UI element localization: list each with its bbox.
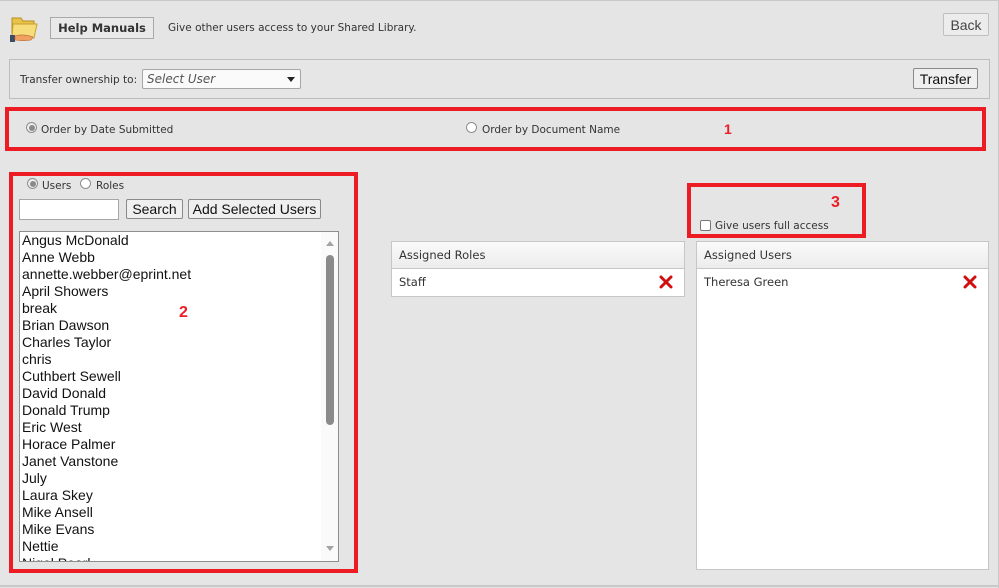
users-listbox[interactable]: Angus McDonald Anne Webb annette.webber@ep… — [19, 231, 339, 562]
users-mode-radio[interactable] — [27, 178, 38, 189]
user-list-item[interactable]: Janet Vanstone — [22, 453, 320, 470]
user-list-item[interactable]: Laura Skey — [22, 487, 320, 504]
user-list-item[interactable]: David Donald — [22, 385, 320, 402]
assigned-role-name: Staff — [399, 275, 426, 289]
assigned-user-name: Theresa Green — [704, 275, 789, 289]
user-list-item[interactable]: Charles Taylor — [22, 334, 320, 351]
annotation-number-3: 3 — [831, 194, 840, 211]
full-access-label: Give users full access — [715, 220, 829, 232]
order-by-name-label: Order by Document Name — [482, 124, 621, 136]
back-button[interactable]: Back — [943, 13, 989, 36]
user-list-item[interactable]: Anne Webb — [22, 249, 320, 266]
users-list: Angus McDonald Anne Webb annette.webber@ep… — [22, 232, 320, 561]
library-name-label: Help Manuals — [50, 17, 154, 39]
user-list-item[interactable]: Angus McDonald — [22, 232, 320, 249]
user-list-item[interactable]: Eric West — [22, 419, 320, 436]
bottom-border — [0, 585, 999, 587]
user-search-input[interactable] — [19, 199, 119, 220]
user-list-item[interactable]: chris — [22, 351, 320, 368]
order-by-date-radio[interactable] — [26, 122, 37, 133]
user-list-item[interactable]: Nigel Pearl — [22, 555, 320, 561]
transfer-button[interactable]: Transfer — [913, 68, 978, 89]
transfer-ownership-label: Transfer ownership to: — [20, 74, 138, 86]
search-button[interactable]: Search — [126, 199, 183, 219]
user-list-item[interactable]: break — [22, 300, 320, 317]
user-list-item[interactable]: annette.webber@eprint.net — [22, 266, 320, 283]
user-list-item[interactable]: Mike Ansell — [22, 504, 320, 521]
user-list-item[interactable]: July — [22, 470, 320, 487]
user-list-item[interactable]: Donald Trump — [22, 402, 320, 419]
remove-role-icon[interactable] — [658, 274, 674, 290]
user-list-item[interactable]: Brian Dawson — [22, 317, 320, 334]
add-selected-users-button[interactable]: Add Selected Users — [188, 199, 321, 219]
user-list-item[interactable]: Nettie — [22, 538, 320, 555]
user-list-item[interactable]: Mike Evans — [22, 521, 320, 538]
user-list-item[interactable]: April Showers — [22, 283, 320, 300]
page-description: Give other users access to your Shared L… — [168, 22, 417, 34]
roles-mode-label: Roles — [96, 180, 125, 192]
users-list-scrollbar[interactable] — [321, 232, 338, 561]
user-list-item[interactable]: Horace Palmer — [22, 436, 320, 453]
scrollbar-thumb[interactable] — [326, 255, 334, 425]
roles-mode-radio[interactable] — [80, 178, 91, 189]
order-by-date-label: Order by Date Submitted — [41, 124, 174, 136]
dropdown-arrow-icon — [287, 77, 295, 82]
users-mode-label: Users — [42, 180, 72, 192]
annotation-number-2: 2 — [179, 304, 188, 321]
assigned-user-row: Theresa Green — [697, 269, 988, 296]
select-user-value: Select User — [147, 72, 216, 86]
top-border — [0, 0, 999, 1]
full-access-checkbox[interactable] — [700, 220, 711, 231]
scroll-up-arrow-icon[interactable] — [326, 241, 334, 246]
user-list-item[interactable]: Cuthbert Sewell — [22, 368, 320, 385]
shared-folder-icon — [10, 17, 38, 42]
remove-user-icon[interactable] — [962, 274, 978, 290]
assigned-roles-panel: Assigned Roles Staff — [391, 241, 685, 297]
select-user-dropdown[interactable]: Select User — [142, 69, 301, 89]
assigned-roles-header: Assigned Roles — [392, 242, 684, 269]
annotation-number-1: 1 — [724, 121, 732, 137]
assigned-users-panel: Assigned Users Theresa Green — [696, 241, 989, 570]
assigned-users-header: Assigned Users — [697, 242, 988, 269]
assigned-role-row: Staff — [392, 269, 684, 296]
order-by-name-radio[interactable] — [466, 122, 477, 133]
scroll-down-arrow-icon[interactable] — [326, 546, 334, 551]
